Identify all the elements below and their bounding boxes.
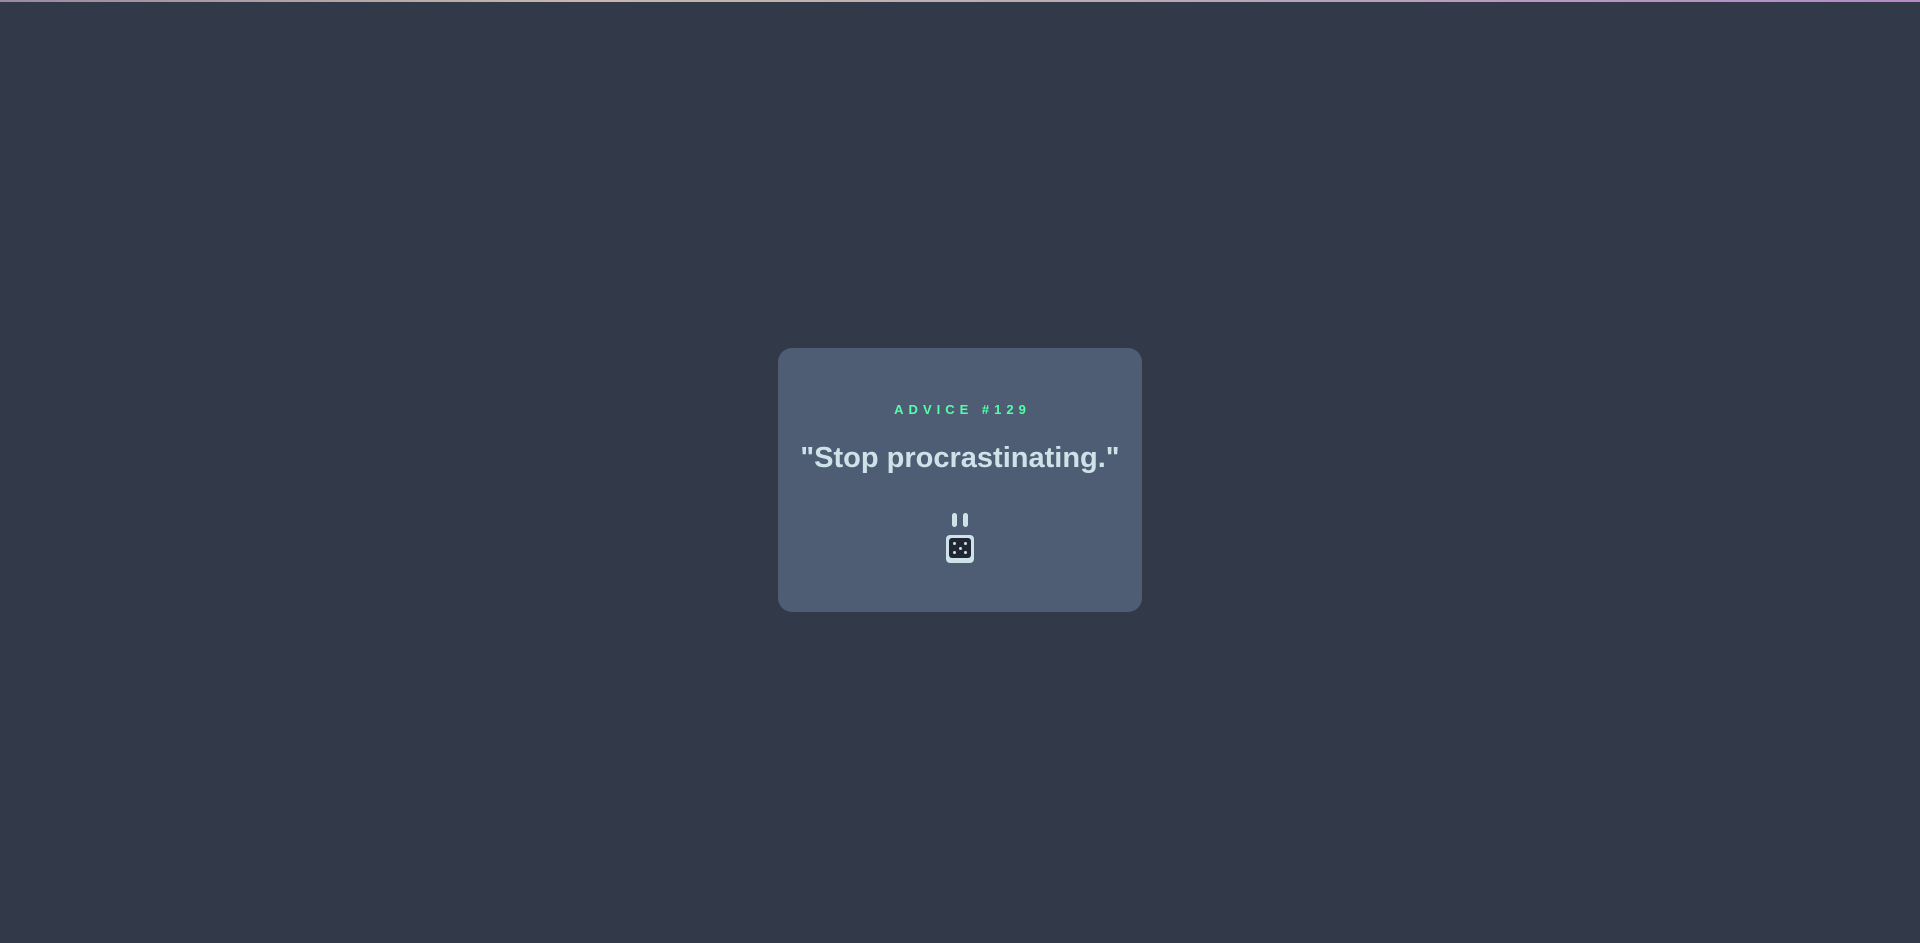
dice-pip bbox=[953, 551, 956, 554]
dice-icon bbox=[949, 538, 971, 558]
dice-pip bbox=[958, 546, 962, 550]
top-accent-strip bbox=[0, 0, 1920, 2]
divider-bar-left bbox=[952, 513, 957, 527]
advice-quote: "Stop procrastinating." bbox=[800, 442, 1120, 474]
pause-divider-icon bbox=[950, 513, 970, 527]
dice-pip bbox=[953, 542, 956, 545]
dice-pip bbox=[964, 542, 967, 545]
new-advice-button[interactable] bbox=[946, 535, 974, 563]
divider-bar-right bbox=[963, 513, 968, 527]
advice-id-label: ADVICE #129 bbox=[894, 402, 1031, 417]
advice-card: ADVICE #129 "Stop procrastinating." bbox=[778, 348, 1142, 612]
dice-pip bbox=[964, 551, 967, 554]
